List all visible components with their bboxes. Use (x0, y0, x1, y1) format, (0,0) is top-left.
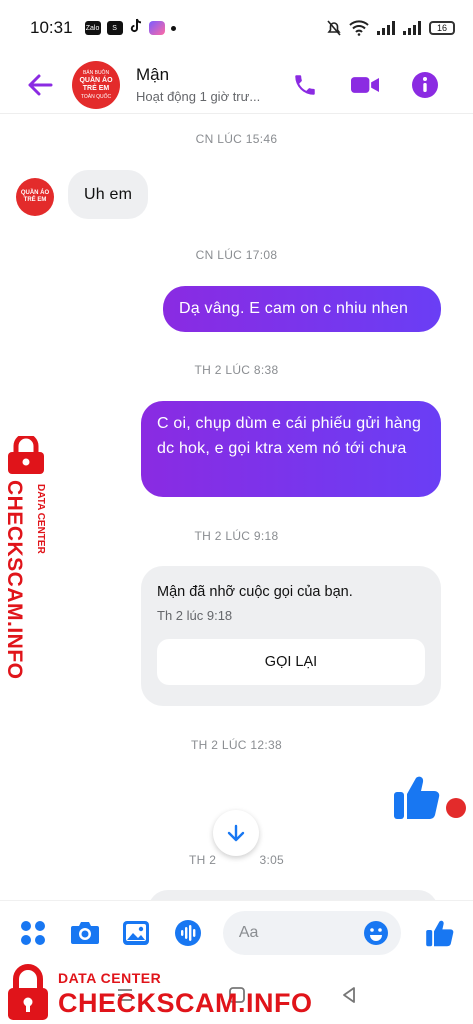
video-call-button[interactable] (351, 71, 379, 99)
signal-icon-1 (377, 21, 395, 35)
camera-button[interactable] (70, 918, 100, 948)
missed-call-time: Th 2 lúc 9:18 (157, 608, 233, 623)
status-bar: 10:31 Zalo S 16 (0, 0, 473, 56)
image-icon (123, 920, 150, 945)
more-notifications-dot (170, 25, 176, 31)
avatar-text-line: TOÀN QUỐC (80, 93, 112, 100)
watermark-bottom-text: CHECKSCAM.INFO (58, 988, 313, 1018)
mic-icon (175, 919, 202, 946)
message-timestamp: TH 2 LÚC 12:38 (191, 738, 282, 752)
message-composer: Aa (0, 900, 473, 964)
conversation-header: BÁN BUÔN QUẦN ÁO TRẺ EM TOÀN QUỐC Mận Ho… (0, 56, 473, 114)
message-input-placeholder: Aa (238, 923, 259, 941)
watermark-side-text: CHECKSCAM.INFO (3, 480, 26, 680)
status-app-icons: Zalo S (84, 18, 176, 39)
back-arrow-icon (28, 74, 53, 95)
mute-icon (327, 20, 341, 36)
wifi-icon (349, 20, 369, 36)
voice-call-button[interactable] (291, 71, 319, 99)
sender-avatar[interactable]: QUẦN ÁO TRẺ EM (16, 178, 54, 216)
video-icon (351, 76, 379, 93)
avatar-text-line: QUẦN ÁO (20, 190, 50, 196)
watermark-bottom-small-text: DATA CENTER (58, 970, 162, 986)
contact-active-status: Hoạt động 1 giờ trư... (136, 89, 261, 104)
like-icon (426, 920, 454, 946)
watermark-side-small-text: DATA CENTER (35, 484, 46, 554)
battery-indicator: 16 (429, 21, 455, 35)
message-timestamp: TH 2 LÚC 9:18 (194, 529, 279, 543)
emoji-icon (363, 920, 388, 945)
header-actions (291, 71, 473, 99)
send-like-button[interactable] (425, 918, 455, 948)
gallery-button[interactable] (122, 918, 152, 948)
lock-icon (8, 964, 48, 1020)
outgoing-message[interactable]: C oi, chụp dùm e cái phiếu gửi hàng dc h… (141, 401, 441, 497)
contact-avatar[interactable]: BÁN BUÔN QUẦN ÁO TRẺ EM TOÀN QUỐC (72, 60, 120, 109)
message-timestamp: CN LÚC 17:08 (195, 248, 278, 262)
emoji-button[interactable] (363, 920, 389, 946)
arrow-down-icon (227, 824, 245, 842)
contact-info[interactable]: Mận Hoạt động 1 giờ trư... (136, 65, 276, 104)
contact-name: Mận (136, 65, 170, 84)
outgoing-message[interactable]: Dạ vâng. E cam on c nhiu nhen (163, 286, 441, 332)
back-button[interactable] (20, 65, 60, 105)
call-back-button[interactable]: GỌI LẠI (157, 639, 425, 685)
watermark-bottom: DATA CENTER CHECKSCAM.INFO (0, 962, 473, 1024)
more-actions-button[interactable] (18, 918, 48, 948)
missed-call-card: Mận đã nhỡ cuộc gọi của bạn. Th 2 lúc 9:… (141, 566, 441, 706)
info-icon (412, 71, 438, 98)
sent-like-sticker[interactable] (392, 772, 442, 822)
signal-icon-2 (403, 21, 421, 35)
watermark-side: DATA CENTER CHECKSCAM.INFO (2, 436, 52, 680)
thumbs-up-icon (394, 776, 440, 819)
avatar-text-line: QUẦN ÁO (79, 76, 113, 84)
timestamp-fragment: 3:05 (259, 853, 285, 867)
camera-icon (70, 921, 99, 944)
message-timestamp: TH 2 LÚC 8:38 (194, 363, 279, 377)
message-input[interactable]: Aa (222, 910, 401, 955)
timestamp-fragment: TH 2 (188, 853, 217, 867)
zalo-icon: Zalo (84, 21, 101, 35)
info-button[interactable] (411, 71, 439, 99)
missed-call-text: Mận đã nhỡ cuộc gọi của bạn. (157, 584, 353, 600)
status-time: 10:31 (30, 18, 73, 37)
avatar-text-line: TRẺ EM (23, 197, 47, 203)
scroll-to-bottom-button[interactable] (213, 810, 259, 856)
status-indicators: 16 (327, 20, 455, 36)
messenger-app-icon (148, 21, 165, 35)
incoming-message[interactable]: Uh em (68, 170, 149, 219)
apps-icon (20, 920, 45, 945)
lock-icon (8, 436, 44, 474)
phone-icon (295, 74, 315, 95)
avatar-text-line: BÁN BUÔN (82, 69, 110, 76)
tiktok-icon (129, 18, 143, 39)
avatar-text-line: TRẺ EM (82, 84, 110, 92)
voice-message-button[interactable] (173, 918, 203, 948)
shopee-icon: S (106, 21, 123, 35)
seen-indicator-avatar (446, 798, 466, 818)
message-timestamp: CN LÚC 15:46 (195, 132, 278, 146)
